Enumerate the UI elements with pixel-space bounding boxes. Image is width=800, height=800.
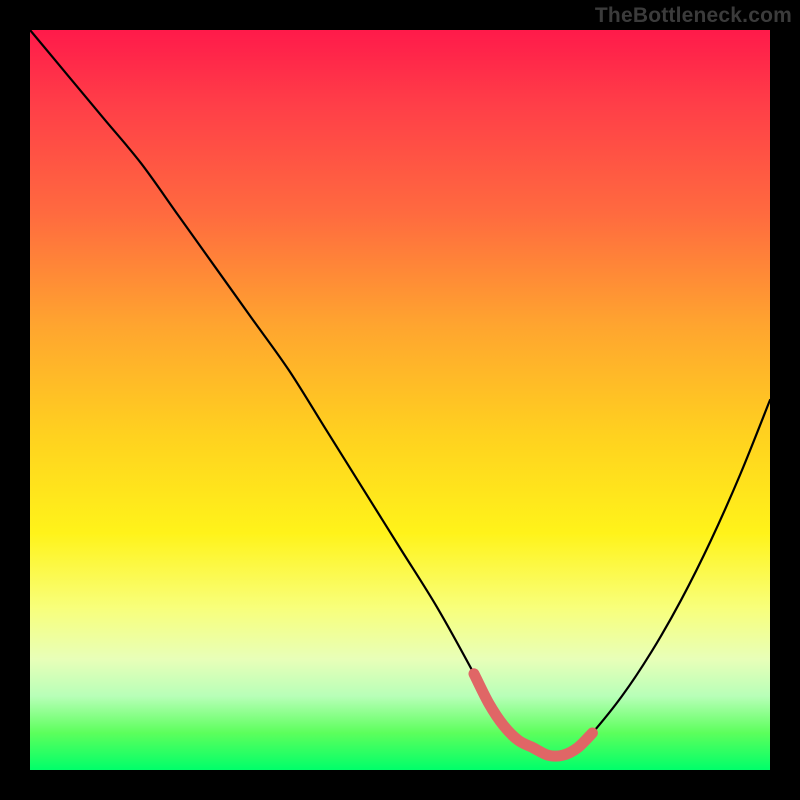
curve-svg xyxy=(30,30,770,770)
chart-frame: TheBottleneck.com xyxy=(0,0,800,800)
optimal-highlight-path xyxy=(474,674,592,756)
plot-area xyxy=(30,30,770,770)
bottleneck-curve-path xyxy=(30,30,770,756)
watermark-text: TheBottleneck.com xyxy=(595,4,792,28)
